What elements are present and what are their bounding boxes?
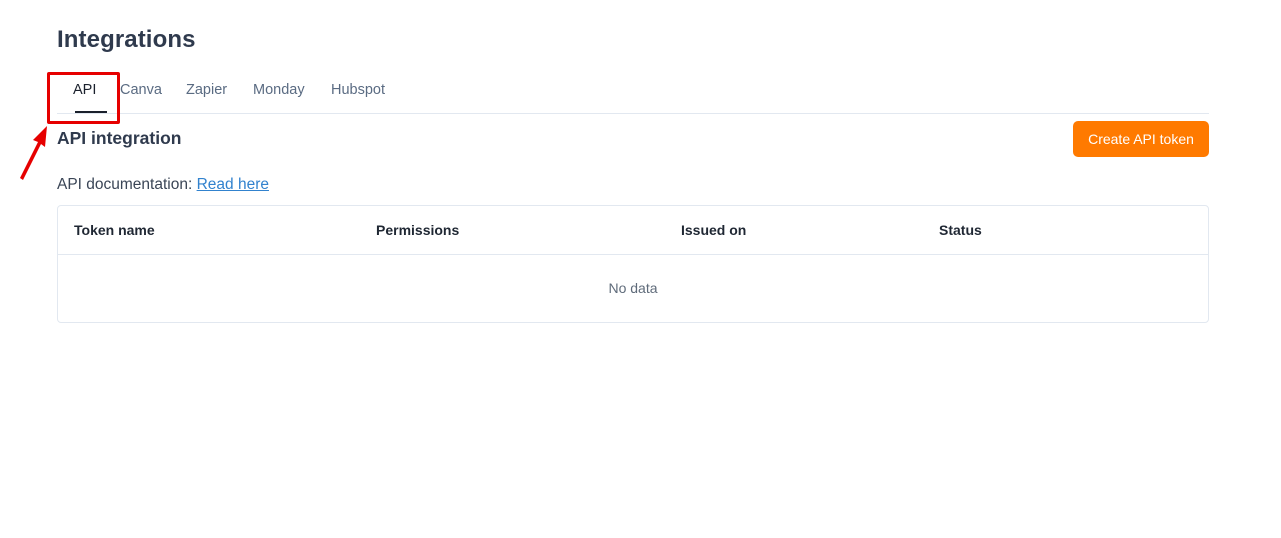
column-header-status: Status: [939, 222, 982, 238]
page-title: Integrations: [57, 26, 196, 53]
read-here-link[interactable]: Read here: [197, 176, 269, 193]
red-pointer-arrow-icon: [20, 126, 47, 180]
column-header-issued-on: Issued on: [681, 222, 747, 238]
table-header: Token name Permissions Issued on Status: [58, 206, 1208, 255]
tab-canva[interactable]: Canva: [120, 82, 162, 114]
create-api-token-button[interactable]: Create API token: [1073, 121, 1209, 157]
column-header-permissions: Permissions: [376, 222, 460, 238]
section-title: API integration: [57, 128, 182, 148]
tab-monday[interactable]: Monday: [253, 82, 305, 114]
doc-prefix: API documentation:: [57, 176, 193, 193]
empty-state-text: No data: [608, 280, 658, 296]
column-header-token-name: Token name: [74, 222, 155, 238]
integrations-page: Integrations API Canva Zapier Monday Hub…: [0, 0, 1281, 538]
tab-zapier[interactable]: Zapier: [186, 82, 227, 114]
highlight-box: [47, 72, 120, 124]
api-tokens-table: Token name Permissions Issued on Status …: [57, 205, 1209, 323]
api-documentation-line: API documentation: Read here: [57, 176, 269, 194]
tab-hubspot[interactable]: Hubspot: [331, 82, 385, 114]
integration-tabs: API Canva Zapier Monday Hubspot: [57, 72, 1209, 114]
